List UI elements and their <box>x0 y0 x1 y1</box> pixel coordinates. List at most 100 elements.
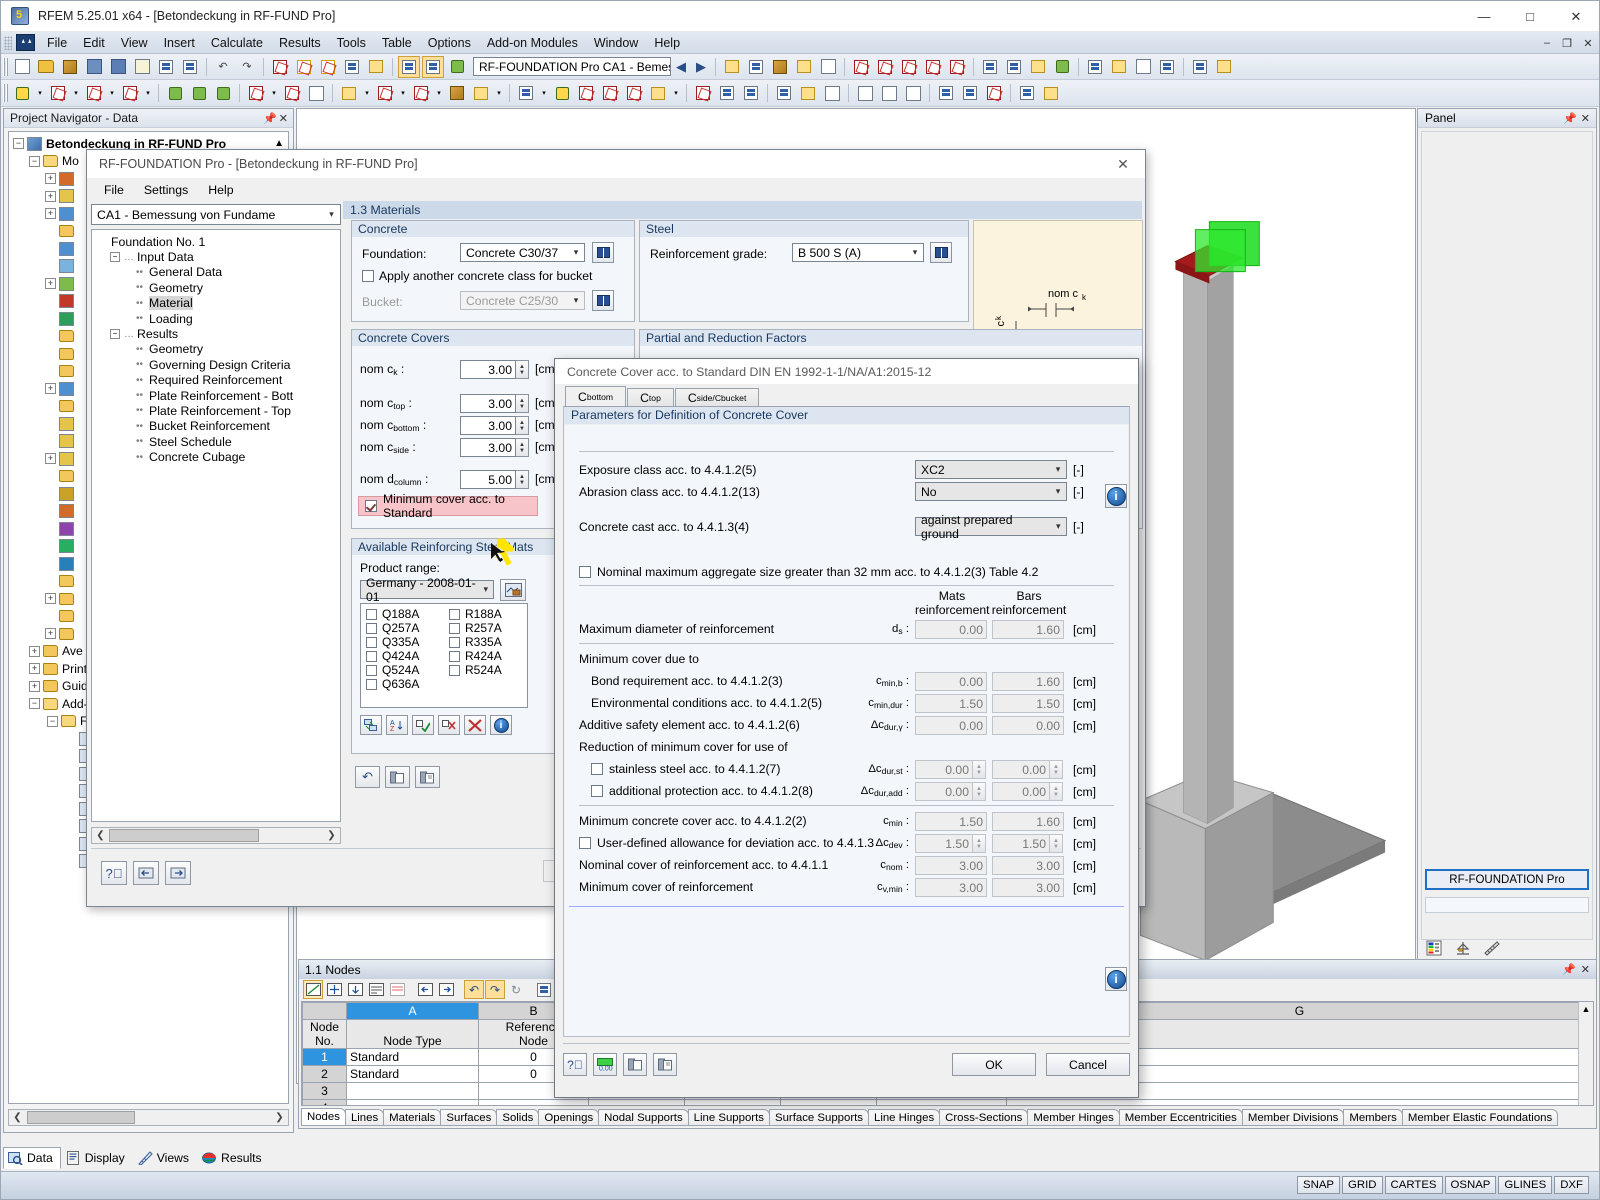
cc-row-bars-spinner[interactable]: ▲ ▼ <box>1050 760 1063 779</box>
table-pin-icon[interactable]: 📌 <box>1562 963 1576 976</box>
product-range-combo[interactable]: Germany - 2008-01-01 ▾ <box>360 576 494 604</box>
close-icon[interactable]: ✕ <box>1553 1 1599 32</box>
scales-icon[interactable] <box>1452 938 1474 958</box>
copy-icon[interactable] <box>365 56 387 78</box>
cc-param-combo[interactable]: No ▾ <box>915 482 1067 501</box>
mat-item[interactable]: R424A <box>449 649 502 663</box>
cell-node-type[interactable] <box>346 1082 479 1100</box>
info-toolbar-icon[interactable] <box>1156 56 1178 78</box>
collapse-chevron-icon[interactable]: ▲ <box>274 138 288 149</box>
chevron-down-icon[interactable]: ▾ <box>1050 518 1066 535</box>
table-filter-icon[interactable] <box>387 980 407 999</box>
table-settings-icon[interactable] <box>534 980 554 999</box>
next-case-icon[interactable]: ▶ <box>691 57 711 77</box>
tab-c-top[interactable]: Ctop <box>627 388 674 407</box>
table-view-icon[interactable] <box>398 55 420 78</box>
cc-row-bars-spinner[interactable]: ▲ ▼ <box>1050 834 1063 853</box>
expander-icon[interactable]: + <box>45 278 56 290</box>
print-preview-icon[interactable] <box>179 56 201 78</box>
mats-sort-az-icon[interactable]: AZ <box>386 715 408 735</box>
checkbox-icon[interactable] <box>449 622 460 634</box>
mat-item[interactable]: Q424A <box>366 649 419 663</box>
status-mode-osnap[interactable]: OSNAP <box>1444 1176 1497 1194</box>
visibility-icon[interactable] <box>1027 56 1049 78</box>
table-tab-openings[interactable]: Openings <box>538 1109 600 1126</box>
edit-model-icon[interactable] <box>269 56 291 78</box>
foundation-material-combo[interactable]: Concrete C30/37 ▾ <box>460 243 585 262</box>
navigator-close-icon[interactable]: ✕ <box>279 112 288 125</box>
checkbox-icon[interactable] <box>591 785 603 797</box>
load-nodal-dropdown-icon[interactable]: ▾ <box>362 82 372 104</box>
cell-node-type[interactable] <box>346 1099 479 1105</box>
cell-coordinate-system[interactable] <box>588 1099 685 1105</box>
expander-icon[interactable]: − <box>47 715 58 727</box>
tab-results[interactable]: Results <box>197 1147 270 1169</box>
checkbox-icon[interactable] <box>449 664 460 676</box>
cell-d[interactable] <box>684 1099 781 1105</box>
cc-row-mats-spinner[interactable]: ▲ ▼ <box>973 782 986 801</box>
table-sort-icon[interactable] <box>366 980 386 999</box>
rf-tree-hscrollbar[interactable]: ❮ ❯ <box>91 827 341 844</box>
menu-window[interactable]: Window <box>586 34 646 52</box>
chevron-down-icon[interactable]: ▾ <box>1050 461 1066 478</box>
mat-item[interactable]: Q636A <box>366 677 419 691</box>
checkbox-icon[interactable] <box>579 837 591 849</box>
cc-row-bars-value[interactable]: 0.00 <box>992 760 1050 779</box>
table-tab-member-elastic-foundations[interactable]: Member Elastic Foundations <box>1401 1109 1559 1126</box>
cc-row-mats-value[interactable]: 0.00 <box>915 782 973 801</box>
mesh-settings-icon[interactable] <box>599 82 621 104</box>
rf-tree-result-item[interactable]: •• Concrete Cubage <box>98 449 340 464</box>
table-tab-members[interactable]: Members <box>1343 1109 1403 1126</box>
expander-icon[interactable]: + <box>29 680 40 692</box>
expander-icon[interactable]: − <box>29 698 40 710</box>
tab-c-side-bucket[interactable]: Cside/C bucket <box>674 388 760 407</box>
expander-icon[interactable]: + <box>29 645 40 657</box>
cell-f[interactable] <box>876 1099 1007 1105</box>
rf-tree-material[interactable]: •• Material <box>98 296 340 311</box>
release-dropdown-icon[interactable]: ▾ <box>671 82 681 104</box>
opening-dropdown-icon[interactable]: ▾ <box>494 82 504 104</box>
group-icon[interactable] <box>1051 56 1073 78</box>
mats-select-all-icon[interactable] <box>412 715 434 735</box>
table-prev-icon[interactable] <box>415 980 435 999</box>
checkbox-icon[interactable] <box>579 566 591 578</box>
view-top-icon[interactable] <box>878 82 900 104</box>
scroll-right-icon[interactable]: ❯ <box>271 1110 288 1125</box>
rf-tree-result-item[interactable]: •• Geometry <box>98 342 340 357</box>
rf-tree-result-item[interactable]: •• Bucket Reinforcement <box>98 419 340 434</box>
row-number[interactable]: 4 <box>302 1099 347 1105</box>
cell-node-type[interactable]: Standard <box>346 1065 479 1083</box>
cover-row-value[interactable]: 3.00 <box>460 416 516 435</box>
expander-icon[interactable]: − <box>110 329 120 340</box>
rf-tree-result-item[interactable]: •• Required Reinforcement <box>98 373 340 388</box>
grid-vscrollbar[interactable]: ▲ <box>1578 1002 1593 1105</box>
next-module-button[interactable] <box>165 861 191 885</box>
scroll-thumb[interactable] <box>109 829 259 842</box>
mat-item[interactable]: Q335A <box>366 635 419 649</box>
solid-icon[interactable] <box>769 56 791 78</box>
panel-module-button[interactable]: RF-FOUNDATION Pro <box>1425 869 1589 890</box>
rf-navigation-tree[interactable]: Foundation No. 1 − … Input Data •• Genera… <box>91 229 341 822</box>
status-mode-glines[interactable]: GLINES <box>1498 1176 1553 1194</box>
mats-info-icon[interactable]: i <box>490 715 512 735</box>
nodal-support-icon[interactable] <box>164 82 186 104</box>
calculate-all-icon[interactable] <box>716 82 738 104</box>
bucket-library-button[interactable] <box>592 290 614 311</box>
expander-icon[interactable]: + <box>45 628 56 640</box>
checkbox-icon[interactable] <box>362 270 374 282</box>
status-mode-grid[interactable]: GRID <box>1342 1176 1383 1194</box>
mat-item[interactable]: R188A <box>449 607 502 621</box>
mats-exchange-icon[interactable] <box>360 715 382 735</box>
table-tab-nodal-supports[interactable]: Nodal Supports <box>598 1109 689 1126</box>
surface-dropdown-icon[interactable]: ▾ <box>143 82 153 104</box>
member-dropdown-icon[interactable]: ▾ <box>107 82 117 104</box>
deformation-icon[interactable] <box>946 56 968 78</box>
table-row[interactable]: 4 <box>302 1099 1593 1105</box>
redo-icon[interactable]: ↷ <box>236 56 258 78</box>
design-case-combo[interactable]: CA1 - Bemessung von Fundame ▾ <box>91 204 341 225</box>
prev-case-icon[interactable]: ◀ <box>671 57 691 77</box>
cc-copy-button[interactable] <box>623 1053 647 1076</box>
snap-toggle-icon[interactable] <box>935 82 957 104</box>
mat-item[interactable]: R257A <box>449 621 502 635</box>
measure-icon[interactable] <box>1132 56 1154 78</box>
